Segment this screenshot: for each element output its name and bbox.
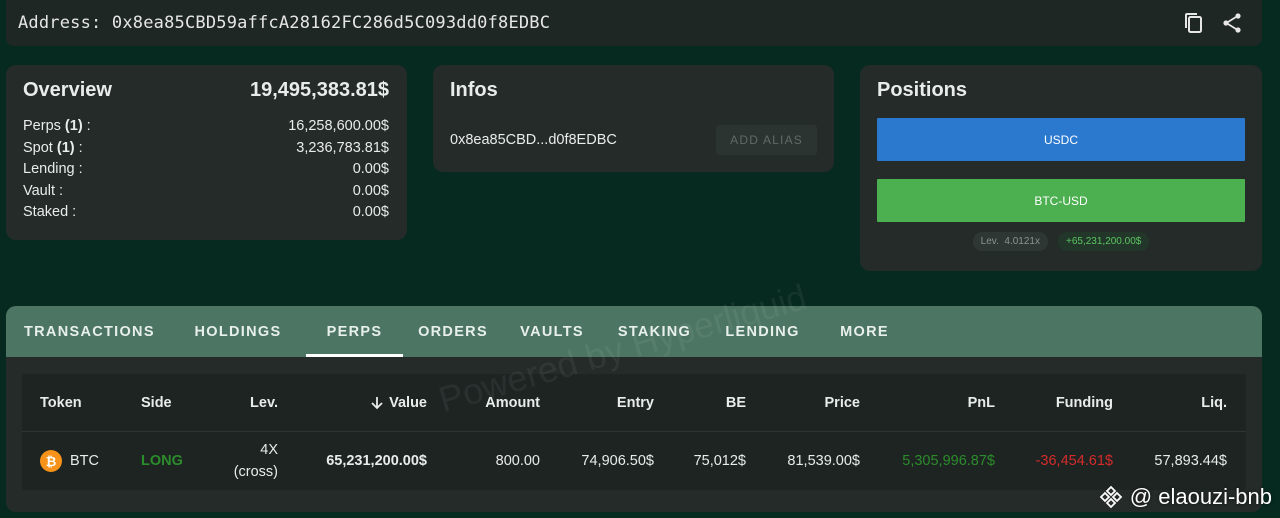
tab-staking[interactable]: STAKING (601, 306, 708, 357)
position-bar-btc-usd[interactable]: BTC-USD (877, 179, 1245, 222)
header-side[interactable]: Side (141, 374, 172, 432)
overview-row-value: 16,258,600.00$ (288, 118, 389, 134)
overview-row-value: 3,236,783.81$ (296, 139, 389, 156)
header-token[interactable]: Token (40, 374, 82, 432)
token-cell: ₿ BTC (40, 432, 99, 490)
header-lev[interactable]: Lev. (202, 374, 278, 432)
lev-cell: 4X (cross) (233, 442, 278, 480)
header-liq[interactable]: Liq. (1142, 374, 1227, 432)
bitcoin-icon: ₿ (40, 450, 62, 472)
infos-title: Infos (450, 79, 498, 101)
positions-card: Positions USDC BTC-USD Lev. 4.0121x +65,… (860, 65, 1262, 271)
overview-row-value: 0.00$ (352, 204, 389, 220)
tab-lending[interactable]: LENDING (708, 306, 817, 357)
overview-row-spot: Spot (1) : 3,236,783.81$ (23, 138, 389, 160)
header-pnl[interactable]: PnL (902, 374, 995, 432)
pnl-badge: +65,231,200.00$ (1057, 232, 1150, 251)
overview-row-label: Perps (1) : (23, 118, 91, 134)
positions-title: Positions (877, 79, 968, 101)
tab-perps[interactable]: PERPS (306, 306, 403, 357)
overview-row-label: Lending : (23, 161, 83, 177)
tab-vaults[interactable]: VAULTS (503, 306, 601, 357)
position-badges: Lev. 4.0121x +65,231,200.00$ (877, 232, 1245, 251)
overview-row-value: 0.00$ (352, 161, 389, 177)
header-be[interactable]: BE (682, 374, 746, 432)
infos-row: 0x8ea85CBD...d0f8EDBC ADD ALIAS (450, 125, 817, 155)
overview-title: Overview (23, 79, 112, 101)
table-row[interactable]: ₿ BTC LONG 4X (cross) 65,231,200.00$ 800… (22, 432, 1246, 490)
credit-handle: @ elaouzi-bnb (1129, 484, 1272, 509)
overview-header: Overview 19,495,383.81$ (23, 79, 389, 102)
credit-overlay: @ elaouzi-bnb (1098, 484, 1272, 510)
copy-icon[interactable] (1182, 11, 1206, 35)
tab-transactions[interactable]: TRANSACTIONS (24, 306, 170, 357)
overview-row-label: Spot (1) : (23, 139, 83, 156)
pnl-cell: 5,305,996.87$ (902, 453, 995, 469)
amount-cell: 800.00 (495, 453, 540, 469)
header-amount[interactable]: Amount (452, 374, 540, 432)
wallet-address: Address: 0x8ea85CBD59affcA28162FC286d5C0… (18, 13, 551, 33)
overview-row-label: Vault : (23, 182, 64, 199)
overview-row-perps: Perps (1) : 16,258,600.00$ (23, 116, 389, 138)
value-cell: 65,231,200.00$ (326, 453, 427, 469)
share-icon[interactable] (1220, 11, 1244, 35)
be-cell: 75,012$ (693, 453, 746, 469)
funding-cell: -36,454.61$ (1035, 453, 1113, 469)
tab-more[interactable]: MORE (817, 306, 912, 357)
header-entry[interactable]: Entry (582, 374, 654, 432)
tab-holdings[interactable]: HOLDINGS (170, 306, 306, 357)
header-price[interactable]: Price (782, 374, 860, 432)
overview-card: Overview 19,495,383.81$ Perps (1) : 16,2… (6, 65, 407, 240)
overview-row-vault: Vault : 0.00$ (23, 181, 389, 203)
position-bar-usdc[interactable]: USDC (877, 118, 1245, 161)
overview-row-lending: Lending : 0.00$ (23, 159, 389, 181)
address-bar: Address: 0x8ea85CBD59affcA28162FC286d5C0… (6, 0, 1262, 46)
infos-card: Infos 0x8ea85CBD...d0f8EDBC ADD ALIAS (433, 65, 834, 172)
tab-orders[interactable]: ORDERS (403, 306, 503, 357)
short-address: 0x8ea85CBD...d0f8EDBC (450, 132, 617, 148)
overview-row-label: Staked : (23, 204, 77, 220)
side-cell: LONG (141, 453, 183, 469)
address-actions (1182, 11, 1244, 35)
overview-row-staked: Staked : 0.00$ (23, 202, 389, 224)
positions-panel: TRANSACTIONS HOLDINGS PERPS ORDERS VAULT… (6, 306, 1262, 512)
liq-cell: 57,893.44$ (1154, 453, 1227, 469)
perps-table: Token Side Lev. Value Amount Entry BE Pr… (22, 374, 1246, 490)
overview-row-value: 0.00$ (352, 182, 389, 199)
table-header: Token Side Lev. Value Amount Entry BE Pr… (22, 374, 1246, 432)
price-cell: 81,539.00$ (787, 453, 860, 469)
header-funding[interactable]: Funding (1022, 374, 1113, 432)
overview-total: 19,495,383.81$ (249, 79, 389, 101)
binance-logo-icon (1099, 485, 1123, 509)
tab-bar: TRANSACTIONS HOLDINGS PERPS ORDERS VAULT… (6, 306, 1262, 357)
leverage-badge: Lev. 4.0121x (972, 232, 1048, 251)
entry-cell: 74,906.50$ (581, 453, 654, 469)
header-value[interactable]: Value (322, 374, 427, 432)
add-alias-button[interactable]: ADD ALIAS (716, 125, 817, 155)
sort-down-icon (371, 397, 383, 410)
